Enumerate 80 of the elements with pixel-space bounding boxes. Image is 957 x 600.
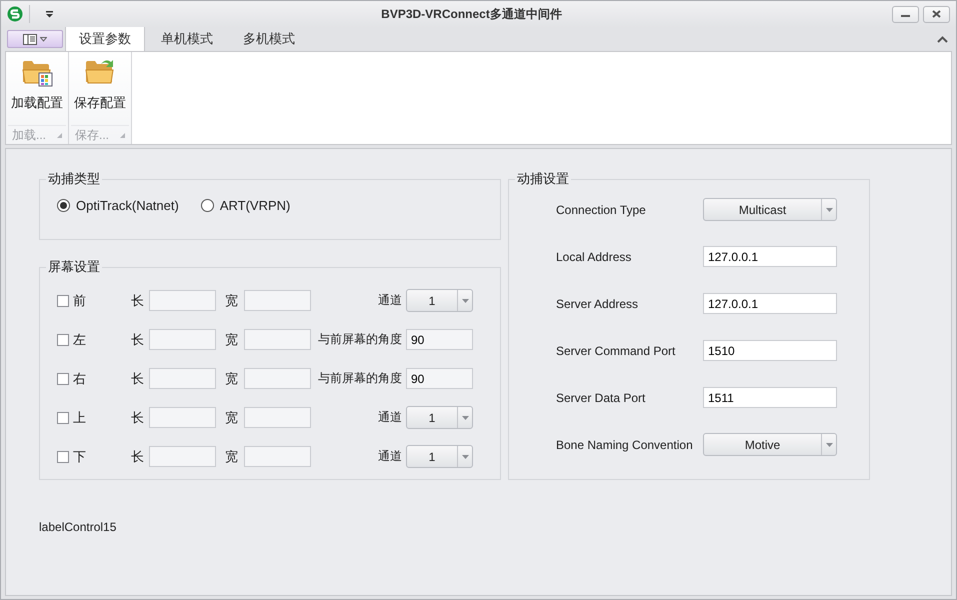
width-label: 宽 (225, 408, 239, 426)
length-label: 长 (131, 330, 145, 348)
width-field[interactable] (244, 446, 311, 467)
channel-label: 通道 (378, 292, 402, 309)
collapse-button[interactable] (937, 36, 948, 42)
channel-label: 通道 (378, 409, 402, 426)
quick-access-button[interactable] (44, 8, 55, 20)
close-button[interactable] (923, 6, 950, 22)
expand-icon (120, 132, 125, 138)
field-label: Connection Type (556, 202, 647, 216)
window-title: BVP3D-VRConnect多通道中间件 (380, 6, 563, 22)
group-title: 动捕类型 (47, 170, 101, 188)
angle-field[interactable]: 90 (406, 329, 473, 350)
panel-icon (23, 34, 37, 44)
logo-icon (7, 6, 23, 22)
app-menu-button[interactable] (7, 30, 63, 48)
caret-icon (462, 298, 468, 302)
field-label: Bone Naming Convention (556, 438, 694, 452)
ribbon-button[interactable]: 保存配置 (69, 52, 131, 125)
ribbon-tab[interactable]: 单机模式 (147, 26, 227, 51)
width-field[interactable] (244, 368, 311, 389)
screen-checkbox[interactable]: 右 (57, 370, 86, 388)
length-label: 长 (131, 408, 145, 426)
width-label: 宽 (225, 330, 239, 348)
screen-checkbox[interactable]: 下 (57, 448, 86, 466)
length-field[interactable] (149, 368, 216, 389)
screen-checkbox[interactable]: 左 (57, 330, 86, 348)
text-field[interactable]: 127.0.0.1 (703, 246, 837, 267)
minimize-button[interactable] (892, 6, 919, 22)
field-label: Local Address (556, 250, 632, 264)
caret-icon (462, 416, 468, 420)
field-label: Server Address (556, 296, 640, 310)
chevron-up-icon (937, 36, 948, 42)
radio-option[interactable]: OptiTrack(Natnet) (57, 198, 179, 213)
group-title: 动捕设置 (516, 170, 570, 188)
length-field[interactable] (149, 446, 216, 467)
width-label: 宽 (225, 370, 239, 388)
length-label: 长 (131, 448, 145, 466)
dropdown[interactable]: 1 (406, 445, 473, 468)
group-caption: 保存... (75, 126, 110, 144)
dropdown[interactable]: Motive (703, 433, 837, 456)
caret-icon (826, 208, 832, 212)
caret-icon (462, 454, 468, 458)
angle-label: 与前屏幕的角度 (318, 370, 402, 387)
status-label: labelControl15 (39, 520, 118, 534)
screen-checkbox[interactable]: 上 (57, 408, 86, 426)
group-caption: 加载... (12, 126, 48, 144)
width-label: 宽 (225, 292, 239, 310)
radio-option[interactable]: ART(VRPN) (200, 198, 290, 213)
field-label: Server Data Port (556, 390, 646, 404)
width-field[interactable] (244, 329, 311, 350)
close-icon (932, 10, 941, 18)
dropdown[interactable]: Multicast (703, 198, 837, 221)
length-label: 长 (131, 370, 145, 388)
caret-icon (826, 442, 832, 446)
ribbon-button[interactable]: 加载配置 (6, 52, 68, 125)
caret-icon (46, 10, 53, 18)
dropdown[interactable]: 1 (406, 406, 473, 429)
length-label: 长 (131, 292, 145, 310)
ribbon-tab[interactable]: 设置参数 (65, 26, 145, 51)
expand-icon (57, 132, 62, 138)
screen-checkbox[interactable]: 前 (57, 292, 86, 310)
group-title: 屏幕设置 (47, 258, 101, 276)
text-field[interactable]: 1510 (703, 340, 837, 361)
ribbon-tab[interactable]: 多机模式 (229, 26, 309, 51)
text-field[interactable]: 127.0.0.1 (703, 293, 837, 314)
field-label: Server Command Port (556, 344, 676, 358)
length-field[interactable] (149, 407, 216, 428)
caret-icon (40, 36, 47, 42)
angle-field[interactable]: 90 (406, 368, 473, 389)
channel-label: 通道 (378, 448, 402, 465)
width-field[interactable] (244, 407, 311, 428)
length-field[interactable] (149, 290, 216, 311)
width-label: 宽 (225, 448, 239, 466)
angle-label: 与前屏幕的角度 (318, 331, 402, 348)
width-field[interactable] (244, 290, 311, 311)
dropdown[interactable]: 1 (406, 289, 473, 312)
length-field[interactable] (149, 329, 216, 350)
folder-grid-icon (21, 58, 53, 88)
text-field[interactable]: 1511 (703, 387, 837, 408)
